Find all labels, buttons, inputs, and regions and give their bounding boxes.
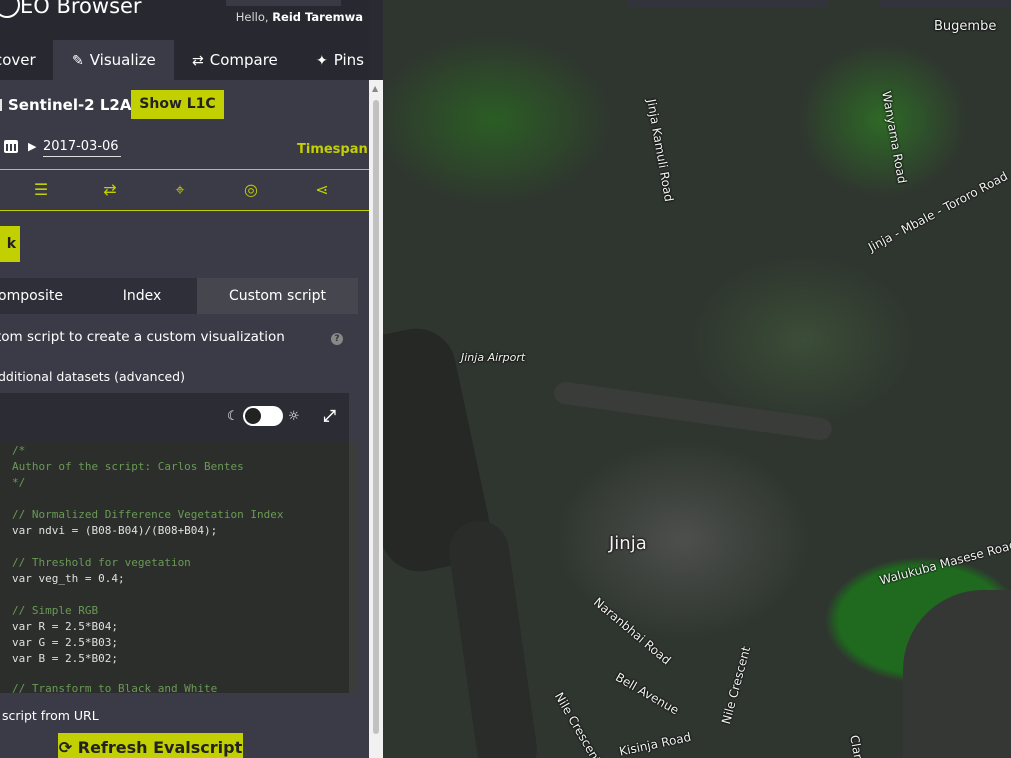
main-tabs: cover ✎ Visualize ⇄ Compare ✦ Pins	[0, 40, 369, 80]
code-editor[interactable]: /* Author of the script: Carlos Bentes *…	[0, 441, 349, 693]
scroll-up-icon[interactable]: ▲	[372, 84, 378, 93]
eye-slash-icon[interactable]: ◎	[241, 180, 261, 200]
calendar-icon[interactable]	[4, 140, 18, 153]
map-header-controls	[590, 0, 1011, 10]
subtab-index[interactable]: Index	[87, 278, 197, 314]
visualization-subtabs: omposite Index Custom script	[0, 278, 358, 314]
swap-icon[interactable]: ⇄	[100, 180, 120, 200]
user-menu-box[interactable]	[226, 0, 341, 6]
subtab-composite[interactable]: omposite	[0, 278, 63, 314]
subtab-custom-script[interactable]: Custom script	[197, 278, 358, 314]
code-line: Author of the script: Carlos Bentes	[12, 460, 244, 473]
code-line: // Threshold for vegetation	[12, 556, 191, 569]
river-area	[445, 517, 541, 758]
map-label-road: Clar	[847, 734, 866, 758]
user-name[interactable]: Reid Taremwa	[272, 10, 363, 24]
code-line: var R = 2.5*B04;	[12, 620, 118, 633]
timespan-link[interactable]: Timespan	[297, 142, 368, 157]
tab-pins[interactable]: ✦ Pins	[316, 40, 364, 80]
editor-scrollbar[interactable]	[349, 441, 358, 693]
scrollbar-thumb[interactable]	[373, 100, 379, 734]
theme-toggle[interactable]	[243, 406, 283, 426]
map-label-bugembe: Bugembe	[934, 19, 997, 34]
share-icon[interactable]: ⋖	[312, 180, 332, 200]
logo-icon	[0, 0, 20, 18]
user-greeting: Hello, Reid Taremwa	[236, 10, 363, 24]
paintbrush-icon: ✎	[72, 53, 84, 69]
tab-label: Compare	[209, 51, 278, 69]
code-line: */	[12, 476, 26, 489]
dataset-name: Sentinel-2 L2A	[0, 96, 132, 114]
code-line: /*	[12, 444, 26, 457]
tab-label: Pins	[333, 51, 364, 69]
swap-icon: ⇄	[192, 53, 204, 69]
greeting-text: Hello,	[235, 10, 269, 24]
tab-label: cover	[0, 51, 36, 69]
code-line: var ndvi = (B08-B04)/(B08+B04);	[12, 524, 218, 537]
map-label-airport: Jinja Airport	[461, 351, 526, 364]
back-button[interactable]: k	[0, 226, 20, 262]
custom-script-description: tom script to create a custom visualizat…	[0, 329, 285, 345]
code-line: var B = 2.5*B02;	[12, 652, 118, 665]
map-label-road: Jinja Kamuli Road	[644, 98, 677, 203]
map-label-road: Jinja - Mbale - Tororo Road	[866, 168, 1011, 255]
tab-discover[interactable]: cover	[0, 40, 52, 80]
refresh-evalscript-button[interactable]: ⟳ Refresh Evalscript	[58, 733, 243, 758]
tab-label: Visualize	[89, 51, 156, 69]
river-area	[552, 380, 834, 442]
layer-toolbar: ☰ ⇄ ⌖ ◎ ⋖	[0, 169, 369, 211]
tab-visualize[interactable]: ✎ Visualize	[53, 40, 174, 80]
moon-icon: ☾	[227, 409, 239, 424]
lake-area	[903, 590, 1011, 758]
map-label-road: Naranbhai Road	[591, 595, 674, 668]
help-icon[interactable]: ?	[331, 333, 343, 345]
map-label-road: Walukuba Masese Road	[878, 537, 1011, 588]
crosshair-icon[interactable]: ⌖	[170, 180, 190, 200]
load-script-from-url-label[interactable]: script from URL	[2, 708, 99, 723]
map-label-road: Wanyama Road	[879, 90, 910, 185]
map-label-road: Kisinja Road	[618, 729, 693, 758]
code-line: var G = 2.5*B03;	[12, 636, 118, 649]
code-line: // Simple RGB	[12, 604, 99, 617]
sliders-icon[interactable]: ☰	[31, 180, 51, 200]
map-label-road: Nile Crescent	[719, 644, 754, 726]
code-line: // Transform to Black and White	[12, 682, 218, 693]
additional-datasets-toggle[interactable]: dditional datasets (advanced)	[0, 369, 185, 384]
map-view[interactable]: Bugembe Jinja Kamuli Road Wanyama Road J…	[383, 0, 1011, 758]
refresh-label: Refresh Evalscript	[77, 738, 243, 757]
expand-icon[interactable]: ⤢	[323, 406, 336, 426]
app-title: EO Browser	[20, 0, 142, 18]
pin-icon: ✦	[316, 53, 328, 69]
code-line: var veg_th = 0.4;	[12, 572, 125, 585]
sidebar-panel: EO Browser Hello, Reid Taremwa cover ✎ Vi…	[0, 0, 369, 758]
map-label-city: Jinja	[609, 533, 647, 554]
code-line: // Normalized Difference Vegetation Inde…	[12, 508, 284, 521]
map-label-road: Bell Avenue	[613, 670, 682, 718]
sun-icon: ☼	[288, 409, 300, 424]
date-field[interactable]: 2017-03-06	[43, 139, 121, 157]
show-l1c-button[interactable]: Show L1C	[131, 90, 224, 119]
caret-right-icon[interactable]: ▶	[28, 140, 36, 153]
map-label-road: Nile Crescent	[551, 690, 604, 758]
tab-compare[interactable]: ⇄ Compare	[192, 40, 278, 80]
top-bar: EO Browser Hello, Reid Taremwa	[0, 0, 369, 40]
refresh-icon: ⟳	[58, 738, 78, 757]
